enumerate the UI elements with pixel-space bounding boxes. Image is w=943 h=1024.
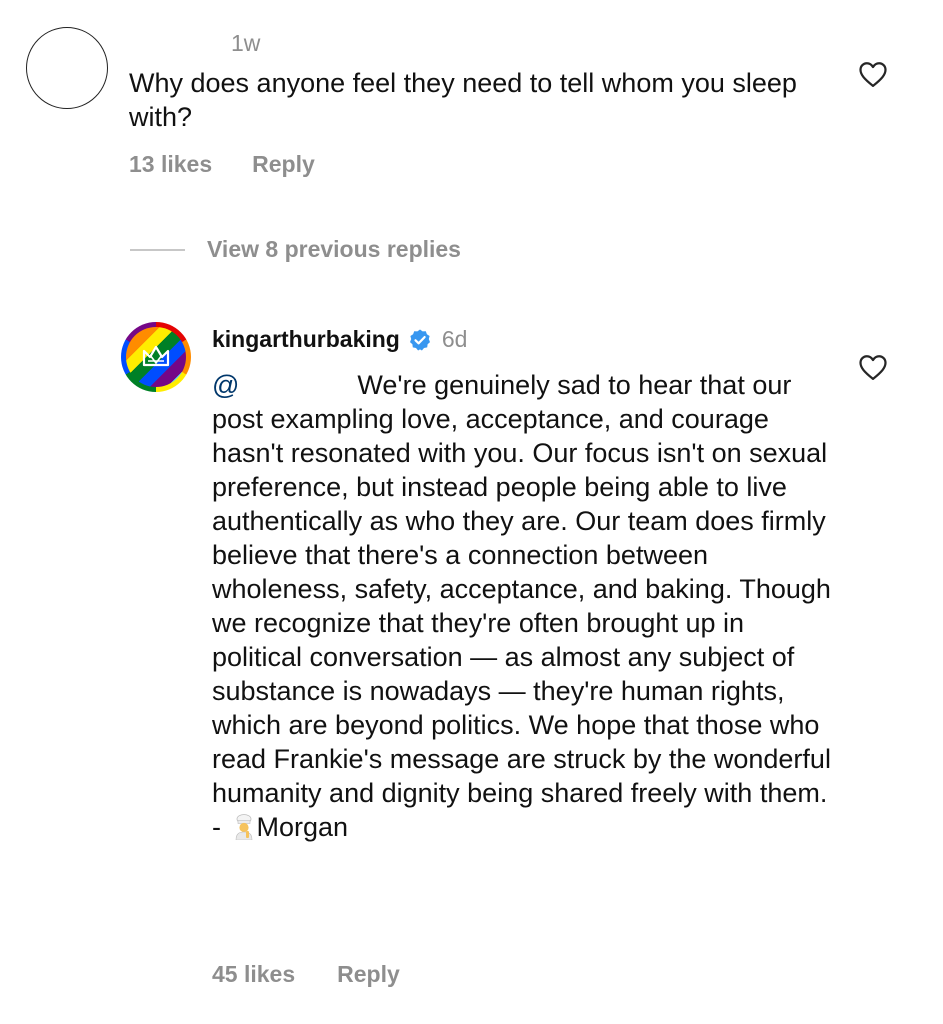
comment-timestamp: 1w	[231, 30, 261, 56]
commenter-avatar[interactable]	[26, 27, 108, 109]
view-previous-replies-button[interactable]: View 8 previous replies	[207, 236, 461, 263]
crown-logo-icon	[142, 345, 170, 367]
reply-username[interactable]: kingarthurbaking	[212, 326, 400, 353]
reply-text: We're genuinely sad to hear that our pos…	[212, 370, 831, 842]
reply-actions: 45 likes Reply	[212, 961, 400, 988]
reply-signature: Morgan	[256, 812, 349, 842]
mention-link[interactable]: @	[212, 370, 239, 400]
reply-header: kingarthurbaking 6d	[212, 326, 467, 353]
reply-likes-count[interactable]: 45 likes	[212, 961, 295, 988]
reply-reply-button[interactable]: Reply	[337, 961, 400, 988]
heart-icon[interactable]	[858, 60, 888, 88]
comment-reply-button[interactable]: Reply	[252, 151, 315, 178]
brand-avatar[interactable]	[121, 322, 191, 392]
heart-icon[interactable]	[858, 353, 888, 381]
verified-badge-icon	[409, 329, 430, 350]
comment-actions: 13 likes Reply	[129, 151, 315, 178]
avatar-image	[126, 327, 186, 387]
reply-timestamp: 6d	[441, 326, 468, 352]
comment-text: Why does anyone feel they need to tell w…	[129, 68, 797, 132]
reply-text-block: @ We're genuinely sad to hear that our po…	[212, 368, 832, 844]
thread-divider	[130, 249, 185, 251]
comment-likes-count[interactable]: 13 likes	[129, 151, 212, 178]
cook-emoji-icon	[235, 814, 252, 840]
